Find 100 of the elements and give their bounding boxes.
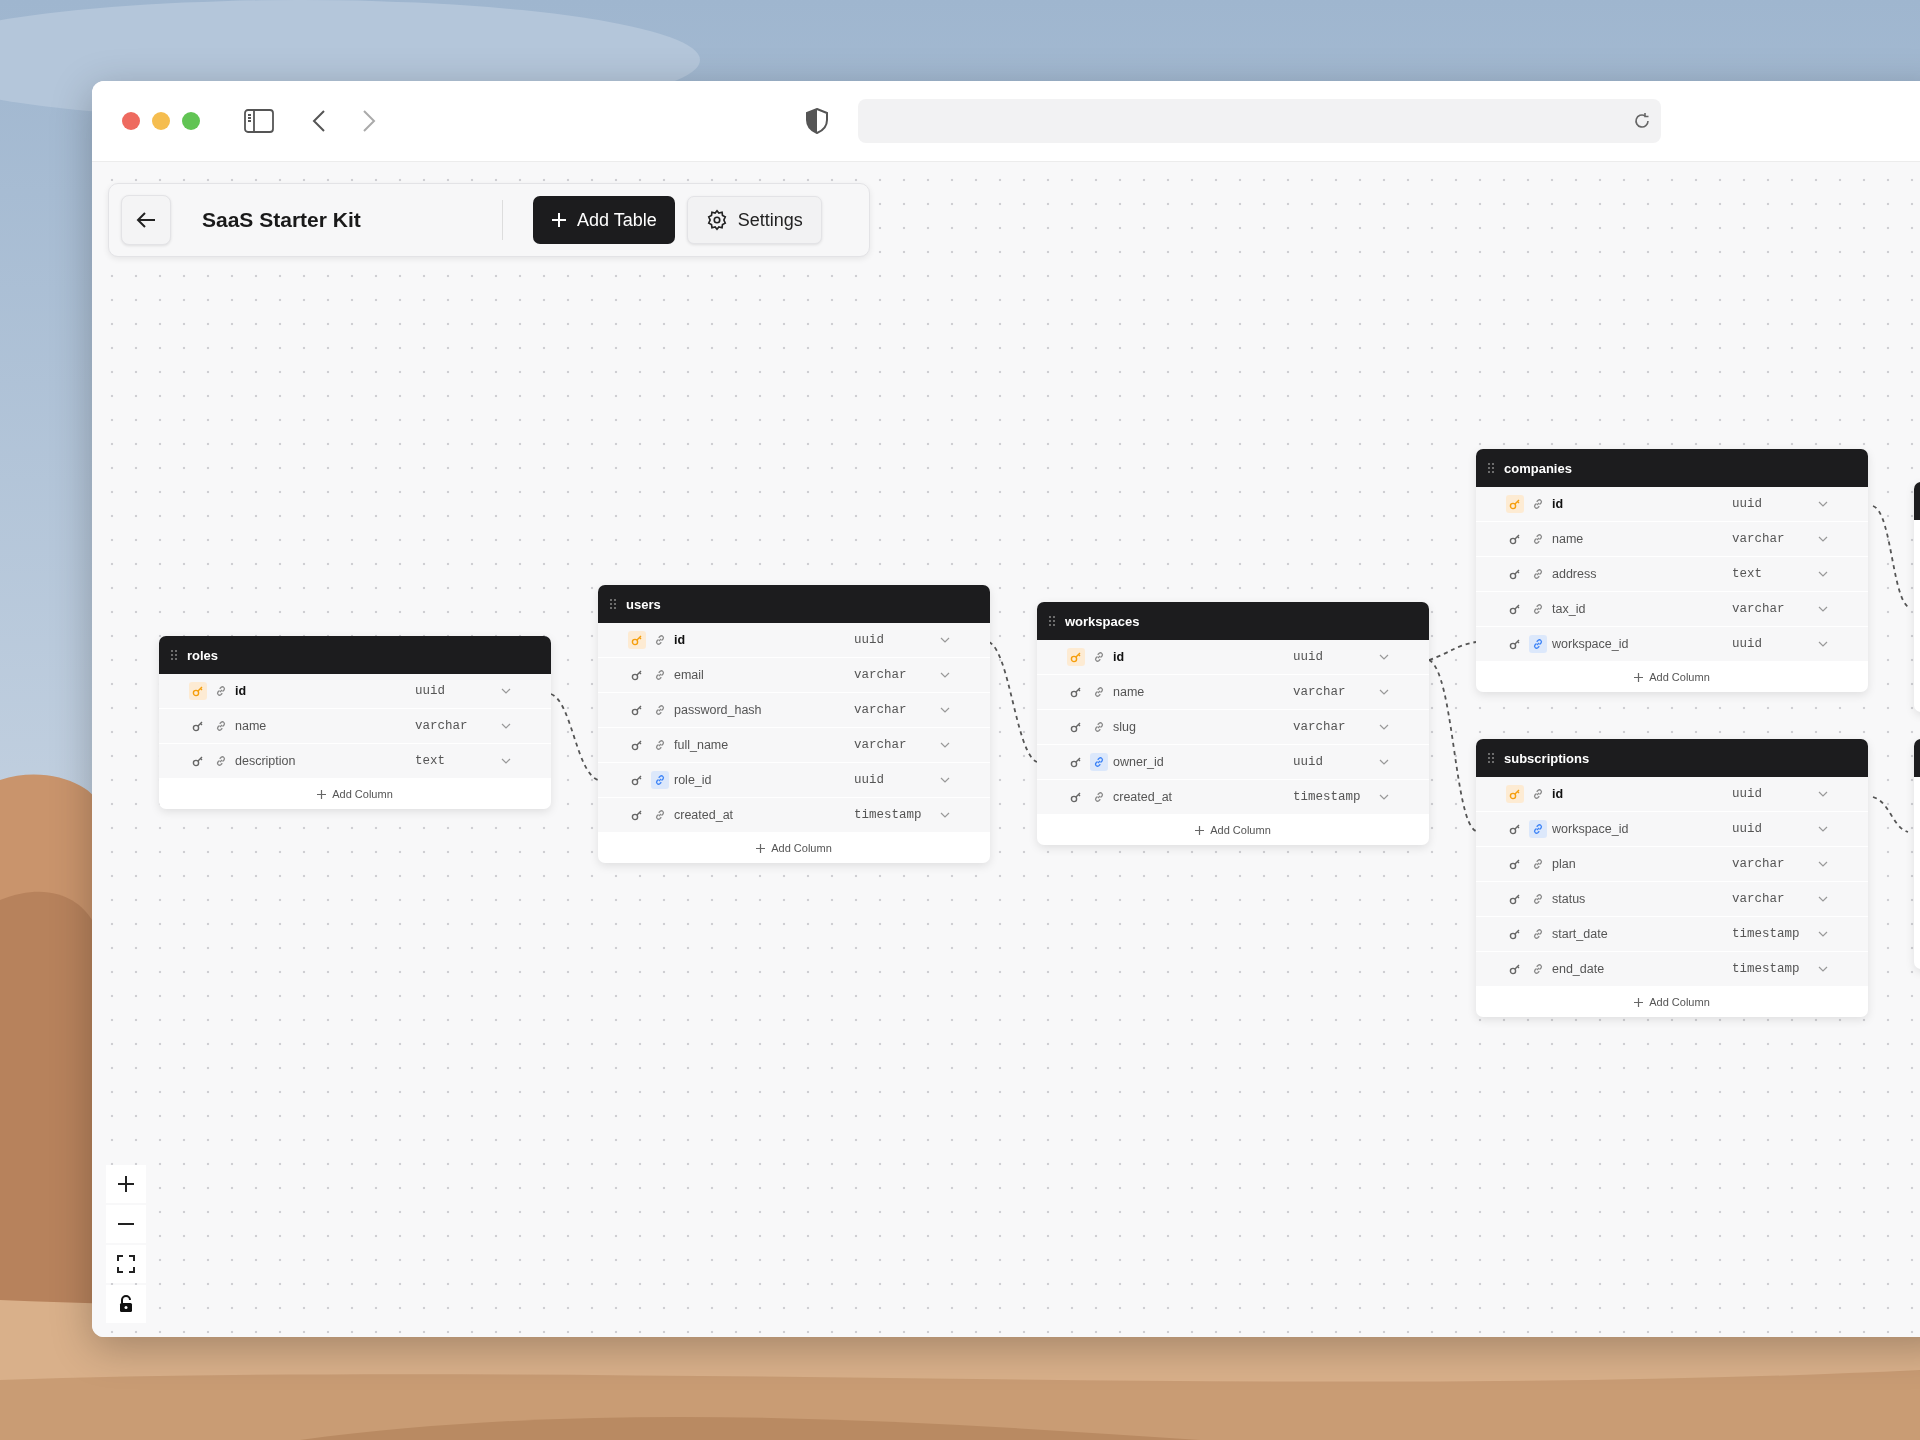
column-name: id (1113, 650, 1126, 664)
add-column-button[interactable]: Add Column (1476, 662, 1868, 692)
lock-button[interactable] (106, 1285, 146, 1323)
chevron-down-icon[interactable] (1818, 501, 1828, 507)
close-icon[interactable] (122, 112, 140, 130)
table-name: subscriptions (1504, 750, 1590, 766)
plus-icon (117, 1175, 135, 1193)
chevron-down-icon[interactable] (1818, 931, 1828, 937)
chevron-down-icon[interactable] (1818, 966, 1828, 972)
link-icon[interactable] (1529, 820, 1547, 838)
chevron-down-icon[interactable] (940, 637, 950, 643)
table-header[interactable]: workspaces (1037, 602, 1429, 640)
chevron-down-icon[interactable] (501, 723, 511, 729)
column-name: full_name (674, 738, 730, 752)
chevron-down-icon[interactable] (940, 742, 950, 748)
chevron-down-icon[interactable] (1818, 571, 1828, 577)
chevron-down-icon[interactable] (1379, 689, 1389, 695)
column-name: created_at (1113, 790, 1174, 804)
table-card[interactable]: subscriptions id uuid workspace_id uuid plan varchar status varchar start_date timestamp end_date timestamp Add Column (1476, 739, 1868, 1017)
table-card[interactable]: users id uuid email varchar password_hash varchar full_name varchar role_id uuid created_at timestamp Add Column (598, 585, 990, 863)
add-table-button[interactable]: Add Table (533, 196, 675, 244)
sidebar-icon[interactable] (244, 109, 274, 133)
chevron-down-icon[interactable] (1379, 654, 1389, 660)
chevron-down-icon[interactable] (1379, 759, 1389, 765)
table-header[interactable]: companies (1476, 449, 1868, 487)
link-icon[interactable] (1529, 635, 1547, 653)
column-type: uuid (1732, 497, 1763, 511)
chevron-down-icon[interactable] (1818, 606, 1828, 612)
chevron-down-icon[interactable] (501, 758, 511, 764)
column-type: uuid (1293, 650, 1324, 664)
chevron-down-icon[interactable] (1379, 724, 1389, 730)
zoom-in-button[interactable] (106, 1165, 146, 1203)
column-type: timestamp (1732, 962, 1801, 976)
add-column-button[interactable]: Add Column (598, 833, 990, 863)
column-type: text (1732, 567, 1763, 581)
column-type: timestamp (1293, 790, 1362, 804)
column-name: id (235, 684, 248, 698)
chevron-down-icon[interactable] (1818, 641, 1828, 647)
column-type: uuid (1293, 755, 1324, 769)
table-header[interactable]: roles (159, 636, 551, 674)
table-card[interactable]: roles id uuid name varchar description text Add Column (159, 636, 551, 809)
link-icon[interactable] (1090, 753, 1108, 771)
grip-icon[interactable] (610, 599, 616, 609)
chevron-down-icon[interactable] (940, 672, 950, 678)
plus-icon (1195, 825, 1205, 835)
minus-icon (117, 1222, 135, 1226)
column-type: varchar (1732, 857, 1786, 871)
column-name: workspace_id (1552, 822, 1630, 836)
reload-icon[interactable] (1633, 112, 1651, 130)
link-icon[interactable] (651, 771, 669, 789)
column-name: tax_id (1552, 602, 1587, 616)
column-type: timestamp (1732, 927, 1801, 941)
column-name: description (235, 754, 297, 768)
table-header[interactable]: users (598, 585, 990, 623)
chevron-down-icon[interactable] (1818, 791, 1828, 797)
table-card[interactable]: companies id uuid name varchar address text tax_id varchar workspace_id uuid Add Column (1476, 449, 1868, 692)
chevron-down-icon[interactable] (501, 688, 511, 694)
column-type: varchar (1293, 720, 1347, 734)
zoom-out-button[interactable] (106, 1205, 146, 1243)
column-type: timestamp (854, 808, 923, 822)
unlock-icon (118, 1295, 134, 1313)
table-header[interactable]: subscriptions (1476, 739, 1868, 777)
grip-icon[interactable] (1488, 753, 1494, 763)
grip-icon[interactable] (1488, 463, 1494, 473)
column-type: varchar (1732, 602, 1786, 616)
forward-icon[interactable] (362, 109, 376, 133)
chevron-down-icon[interactable] (1818, 861, 1828, 867)
column-name: plan (1552, 857, 1577, 871)
grip-icon[interactable] (171, 650, 177, 660)
column-type: varchar (854, 668, 908, 682)
column-name: workspace_id (1552, 637, 1630, 651)
fullscreen-icon (117, 1255, 135, 1273)
chevron-down-icon[interactable] (1818, 826, 1828, 832)
add-column-button[interactable]: Add Column (1476, 987, 1868, 1017)
column-name: slug (1113, 720, 1137, 734)
chevron-down-icon[interactable] (940, 707, 950, 713)
chevron-down-icon[interactable] (1818, 896, 1828, 902)
column-type: uuid (1732, 787, 1763, 801)
table-name: users (626, 596, 661, 612)
column-name: address (1552, 567, 1598, 581)
add-column-button[interactable]: Add Column (1037, 815, 1429, 845)
chevron-down-icon[interactable] (1379, 794, 1389, 800)
maximize-icon[interactable] (182, 112, 200, 130)
shield-icon[interactable] (806, 108, 828, 134)
settings-button[interactable]: Settings (686, 196, 822, 244)
column-name: created_at (674, 808, 735, 822)
arrow-left-icon (136, 211, 156, 229)
add-column-button[interactable]: Add Column (159, 779, 551, 809)
column-name: email (674, 668, 705, 682)
chevron-down-icon[interactable] (1818, 536, 1828, 542)
table-card[interactable]: workspaces id uuid name varchar slug varchar owner_id uuid created_at timestamp Add Column (1037, 602, 1429, 845)
chevron-down-icon[interactable] (940, 812, 950, 818)
column-type: uuid (854, 773, 885, 787)
column-name: id (1552, 497, 1565, 511)
chevron-down-icon[interactable] (940, 777, 950, 783)
fit-view-button[interactable] (106, 1245, 146, 1283)
back-button[interactable] (121, 195, 171, 245)
minimize-icon[interactable] (152, 112, 170, 130)
grip-icon[interactable] (1049, 616, 1055, 626)
back-icon[interactable] (312, 109, 326, 133)
